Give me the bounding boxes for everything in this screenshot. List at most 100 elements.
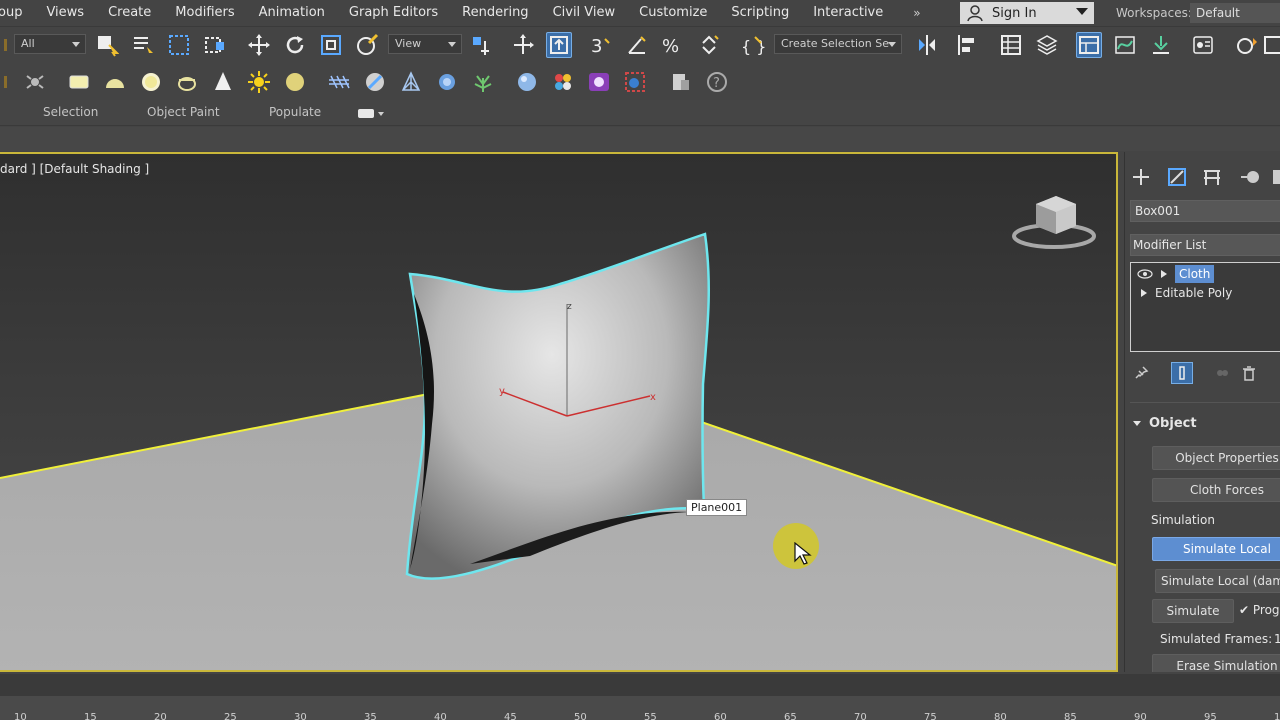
menu-interactive[interactable]: Interactive (801, 0, 895, 26)
ribbon-tab-object-paint[interactable]: Object Paint (147, 105, 220, 119)
grid-helper-icon[interactable] (326, 69, 352, 95)
batch-render-icon[interactable] (668, 69, 694, 95)
align-icon[interactable] (954, 32, 980, 58)
stack-item-cloth[interactable]: Cloth (1133, 265, 1280, 283)
menu-rendering[interactable]: Rendering (450, 0, 540, 26)
particle-system-icon[interactable] (434, 69, 460, 95)
perspective-viewport[interactable]: dard ] [Default Shading ] z y x Plane001 (0, 152, 1118, 672)
expand-arrow-icon[interactable] (1161, 270, 1167, 278)
sign-in-dropdown[interactable]: Sign In (960, 2, 1094, 24)
render-region-icon[interactable] (622, 69, 648, 95)
stack-item-editable-poly[interactable]: Editable Poly (1133, 284, 1280, 302)
object-rollout-title[interactable]: Object (1133, 416, 1197, 431)
viewport-label[interactable]: dard ] [Default Shading ] (0, 162, 149, 176)
simulate-local-button[interactable]: Simulate Local (1152, 537, 1280, 561)
viewcube-icon[interactable] (1010, 192, 1100, 254)
select-object-icon[interactable] (94, 32, 120, 58)
chevron-down-icon[interactable] (378, 112, 384, 116)
display-tab-icon[interactable] (1271, 166, 1280, 188)
rollout-separator (1130, 402, 1280, 403)
helper-tripod-icon[interactable] (398, 69, 424, 95)
cloth-forces-button[interactable]: Cloth Forces (1152, 478, 1280, 502)
reference-coordinate-dropdown[interactable]: View (388, 34, 462, 54)
plane-primitive-icon[interactable] (66, 69, 92, 95)
create-tab-icon[interactable] (1130, 166, 1152, 188)
material-editor-icon[interactable] (1190, 32, 1216, 58)
menu-civil-view[interactable]: Civil View (541, 0, 628, 26)
named-selection-set-dropdown[interactable]: Create Selection Se (774, 34, 902, 54)
menu-animation[interactable]: Animation (247, 0, 337, 26)
pivot-center-icon[interactable] (468, 32, 494, 58)
motion-tab-icon[interactable] (1239, 166, 1261, 188)
stack-item-label: Cloth (1175, 265, 1215, 283)
menu-scripting[interactable]: Scripting (719, 0, 801, 26)
progress-checkbox[interactable]: ✔ Prog (1239, 603, 1280, 617)
rendered-frame-window-icon[interactable] (1262, 32, 1280, 58)
simulate-local-damped-button[interactable]: Simulate Local (dampe (1155, 569, 1280, 593)
edit-named-selection-icon[interactable]: { } (740, 32, 766, 58)
help-icon[interactable]: ? (704, 69, 730, 95)
expand-arrow-icon[interactable] (1141, 289, 1147, 297)
menu-views[interactable]: Views (34, 0, 96, 26)
rectangular-selection-icon[interactable] (166, 32, 192, 58)
simulate-button[interactable]: Simulate (1152, 599, 1234, 623)
particle-view-icon[interactable] (22, 69, 48, 95)
ribbon-tab-populate[interactable]: Populate (269, 105, 321, 119)
select-manipulate-icon[interactable] (510, 32, 536, 58)
curve-editor-icon[interactable] (1112, 32, 1138, 58)
bend-modifier-icon[interactable] (362, 69, 388, 95)
material-sphere-icon[interactable] (514, 69, 540, 95)
window-crossing-icon[interactable] (202, 32, 228, 58)
cone-icon[interactable] (210, 69, 236, 95)
angle-snap-icon[interactable] (624, 32, 650, 58)
snaps-toggle-icon[interactable]: 3 (588, 32, 614, 58)
teapot-icon[interactable] (174, 69, 200, 95)
foliage-icon[interactable] (470, 69, 496, 95)
move-icon[interactable] (246, 32, 272, 58)
percent-snap-icon[interactable]: % (660, 32, 686, 58)
remove-modifier-icon[interactable] (1238, 362, 1260, 384)
keyboard-shortcut-override-icon[interactable] (546, 32, 572, 58)
workspace-dropdown[interactable]: Default (1190, 3, 1280, 23)
show-end-result-icon[interactable] (1171, 362, 1193, 384)
render-preview-icon[interactable] (586, 69, 612, 95)
menu-create[interactable]: Create (96, 0, 163, 26)
eye-icon[interactable] (1137, 269, 1153, 279)
erase-simulation-button[interactable]: Erase Simulation (1152, 654, 1280, 672)
spinner-snap-icon[interactable] (696, 32, 722, 58)
toggle-layer-explorer-icon[interactable] (1034, 32, 1060, 58)
rotate-icon[interactable] (282, 32, 308, 58)
toggle-scene-explorer-icon[interactable] (998, 32, 1024, 58)
skylight-icon[interactable] (282, 69, 308, 95)
make-unique-icon[interactable] (1211, 362, 1233, 384)
scale-icon[interactable] (318, 32, 344, 58)
modifier-list-dropdown[interactable]: Modifier List (1130, 234, 1280, 256)
menu-customize[interactable]: Customize (627, 0, 719, 26)
ribbon-tab-selection[interactable]: Selection (43, 105, 98, 119)
render-setup-icon[interactable] (1234, 32, 1260, 58)
pin-stack-icon[interactable] (1130, 362, 1152, 384)
timeline-tick-label: 70 (854, 712, 867, 720)
toggle-ribbon-icon[interactable] (1076, 32, 1102, 58)
svg-text:?: ? (713, 76, 720, 91)
hemisphere-icon[interactable] (102, 69, 128, 95)
schematic-view-icon[interactable] (1148, 32, 1174, 58)
menu-group[interactable]: oup (0, 0, 34, 26)
object-name-field[interactable]: Box001 (1130, 200, 1280, 222)
sun-light-icon[interactable] (246, 69, 272, 95)
menu-modifiers[interactable]: Modifiers (163, 0, 246, 26)
object-properties-button[interactable]: Object Properties (1152, 446, 1280, 470)
mirror-icon[interactable] (914, 32, 940, 58)
place-icon[interactable] (354, 32, 380, 58)
menu-graph-editors[interactable]: Graph Editors (337, 0, 450, 26)
sphere-icon[interactable] (138, 69, 164, 95)
ribbon-options-icon[interactable] (358, 109, 374, 118)
timeline-track[interactable] (0, 696, 1280, 720)
svg-text:3: 3 (591, 36, 602, 57)
menu-overflow-chevron[interactable]: » (913, 6, 920, 20)
selection-filter-dropdown[interactable]: All (14, 34, 86, 54)
multi-material-icon[interactable] (550, 69, 576, 95)
select-by-name-icon[interactable] (130, 32, 156, 58)
modify-tab-icon[interactable] (1166, 166, 1188, 188)
hierarchy-tab-icon[interactable] (1201, 166, 1223, 188)
